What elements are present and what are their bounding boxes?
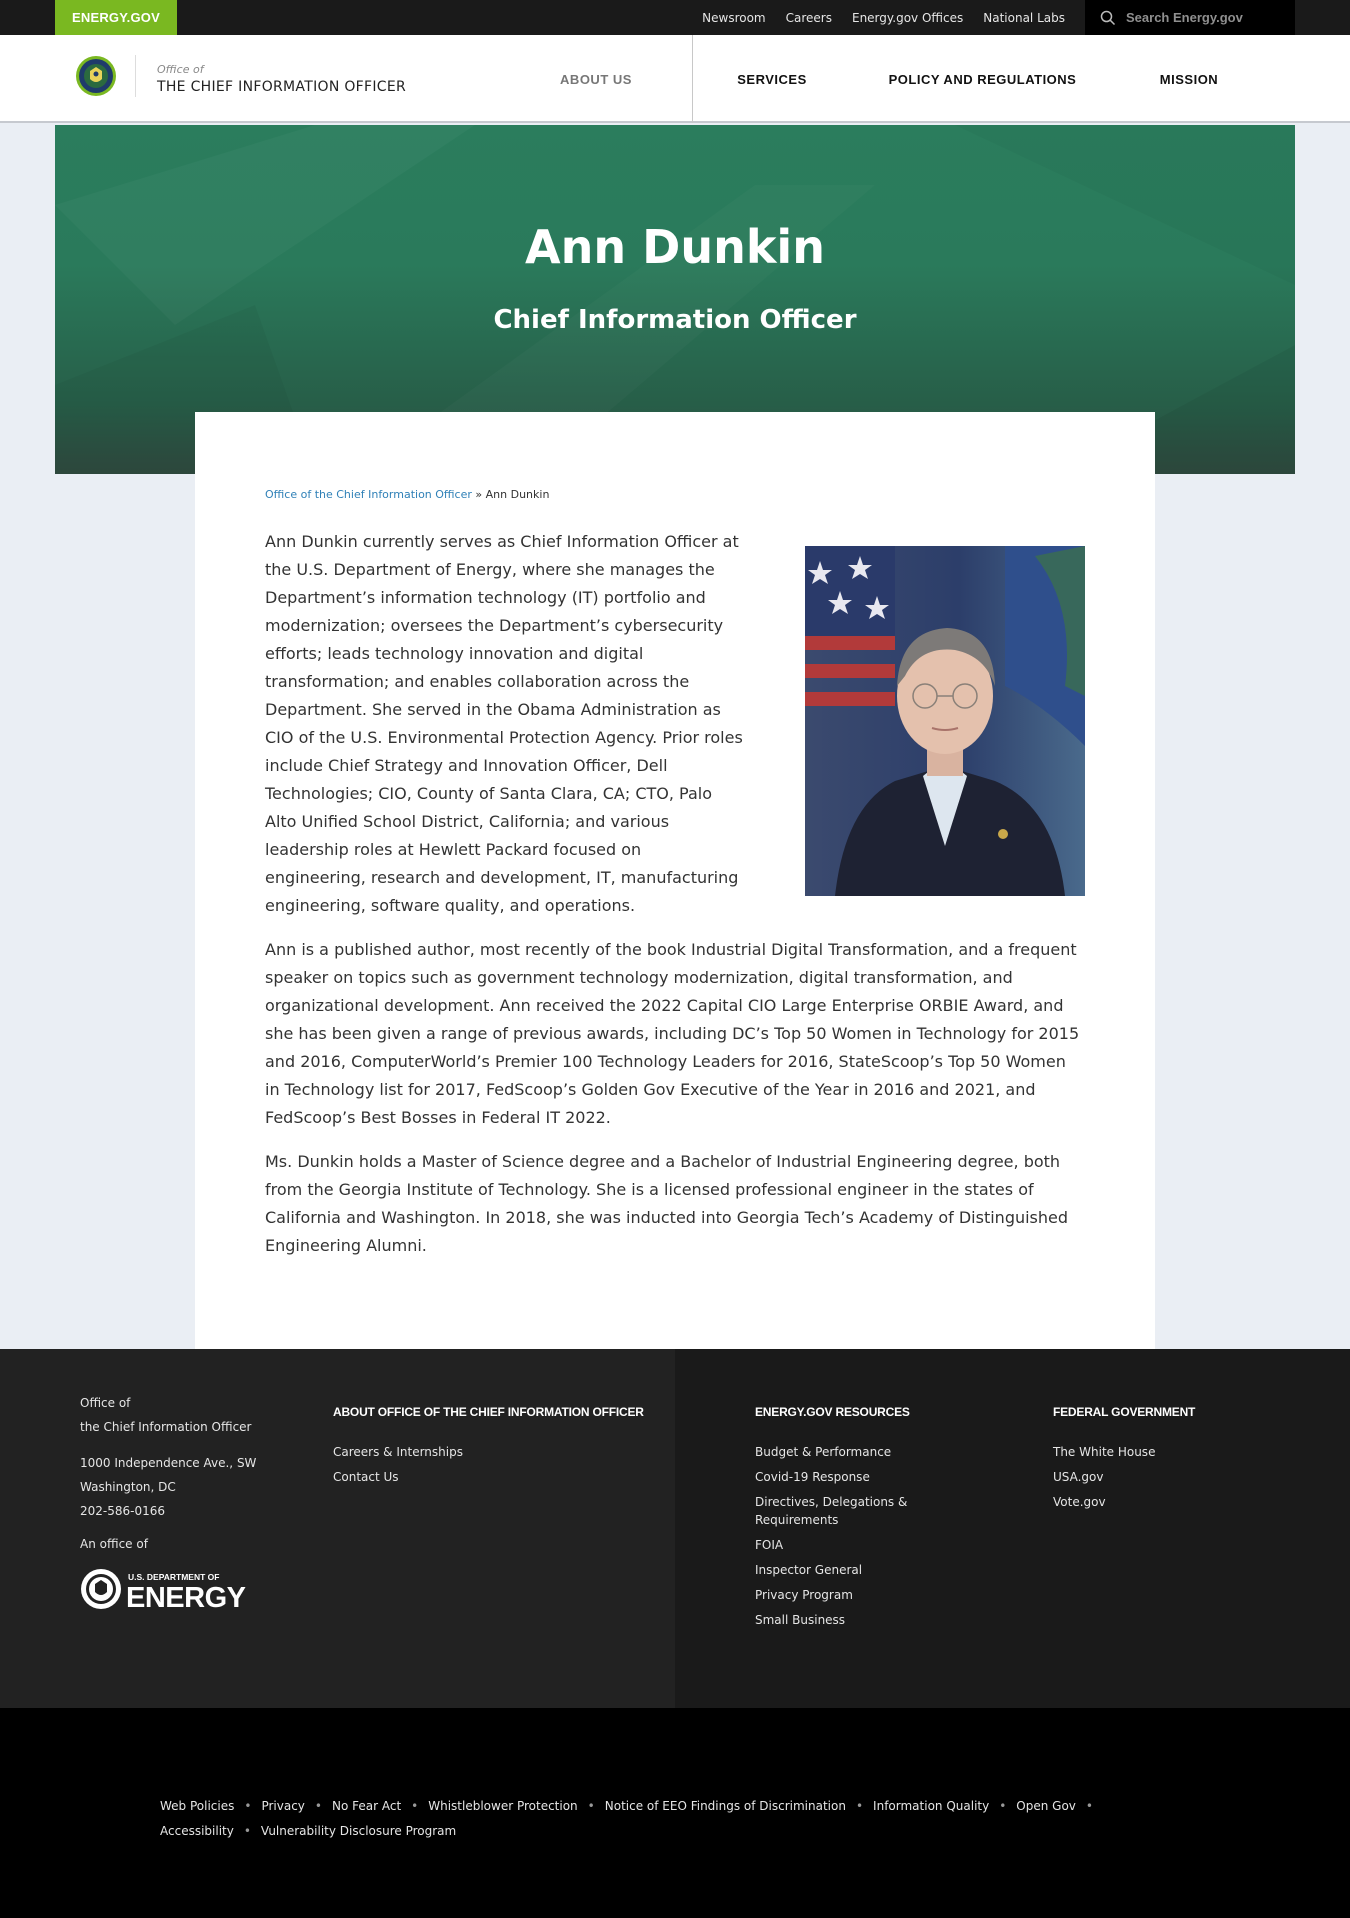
footer-about-heading: ABOUT OFFICE OF THE CHIEF INFORMATION OF… [333,1405,644,1419]
footer-link-inspector-general[interactable]: Inspector General [755,1561,930,1579]
search-input[interactable] [1126,10,1276,25]
svg-text:ENERGY: ENERGY [126,1582,246,1611]
footer-link-vote-gov[interactable]: Vote.gov [1053,1493,1195,1511]
page-subtitle: Chief Information Officer [493,305,857,335]
legal-link-no-fear-act[interactable]: No Fear Act [332,1799,401,1813]
nav-about-us[interactable]: ABOUT US [500,35,693,123]
nav-policy-and-regulations[interactable]: POLICY AND REGULATIONS [851,35,1114,123]
bio-paragraph-2: Ann is a published author, most recently… [265,940,1080,1127]
search-box [1085,0,1295,35]
footer-link-white-house[interactable]: The White House [1053,1443,1195,1461]
bio-body: Ann Dunkin currently serves as Chief Inf… [265,528,1085,1276]
utility-links: Newsroom Careers Energy.gov Offices Nati… [702,0,1065,35]
legal-bar: Web Policies • Privacy • No Fear Act • Whistle… [0,1708,1350,1918]
office-label: Office of [157,63,204,76]
nav-services[interactable]: SERVICES [693,35,851,123]
doe-logo-icon[interactable]: U.S. DEPARTMENT OF ENERGY [80,1567,255,1611]
breadcrumb: Office of the Chief Information Officer … [265,488,549,501]
site-header: Office of THE CHIEF INFORMATION OFFICER … [0,35,1350,123]
newsroom-link[interactable]: Newsroom [702,11,765,25]
legal-links: Web Policies • Privacy • No Fear Act • Whistle… [160,1799,1093,1838]
footer-resources-heading: ENERGY.GOV RESOURCES [755,1405,910,1419]
footer-federal-heading: FEDERAL GOVERNMENT [1053,1405,1196,1419]
bio-paragraph-3: Ms. Dunkin holds a Master of Science deg… [265,1152,1069,1255]
nav-mission[interactable]: MISSION [1114,35,1264,123]
national-labs-link[interactable]: National Labs [983,11,1065,25]
legal-link-privacy[interactable]: Privacy [261,1799,304,1813]
legal-link-web-policies[interactable]: Web Policies [160,1799,234,1813]
office-home-link[interactable]: THE CHIEF INFORMATION OFFICER [157,79,406,95]
footer-address: Office of the Chief Information Officer … [80,1391,256,1523]
legal-link-open-gov[interactable]: Open Gov [1016,1799,1076,1813]
svg-text:U.S. DEPARTMENT OF: U.S. DEPARTMENT OF [128,1572,219,1582]
careers-link[interactable]: Careers [786,11,832,25]
footer-office-of-label: An office of [80,1537,148,1551]
footer-link-small-business[interactable]: Small Business [755,1611,930,1629]
legal-link-information-quality[interactable]: Information Quality [873,1799,989,1813]
footer-office-line-1: Office of [80,1396,131,1410]
footer-street: 1000 Independence Ave., SW [80,1456,257,1470]
content-card: Office of the Chief Information Officer … [195,412,1155,1349]
footer-column-resources: ENERGY.GOV RESOURCES Budget & Performanc… [755,1405,930,1636]
search-icon[interactable] [1100,10,1116,26]
footer-link-contact-us[interactable]: Contact Us [333,1468,644,1486]
footer-link-directives[interactable]: Directives, Delegations & Requirements [755,1493,930,1529]
footer-city: Washington, DC [80,1480,176,1494]
footer-column-about: ABOUT OFFICE OF THE CHIEF INFORMATION OF… [333,1405,644,1493]
breadcrumb-separator: » [475,488,483,501]
offices-link[interactable]: Energy.gov Offices [852,11,963,25]
legal-link-vulnerability-disclosure[interactable]: Vulnerability Disclosure Program [261,1824,456,1838]
portrait-photo [805,546,1085,896]
page-title: Ann Dunkin [525,220,825,274]
doe-seal-icon[interactable] [75,55,117,97]
footer-link-covid[interactable]: Covid-19 Response [755,1468,930,1486]
bio-paragraph-1: Ann Dunkin currently serves as Chief Inf… [265,532,743,915]
breadcrumb-link-office[interactable]: Office of the Chief Information Officer [265,488,472,501]
legal-link-eeo-findings[interactable]: Notice of EEO Findings of Discrimination [605,1799,846,1813]
footer-link-privacy-program[interactable]: Privacy Program [755,1586,930,1604]
footer-link-budget[interactable]: Budget & Performance [755,1443,930,1461]
footer-phone[interactable]: 202-586-0166 [80,1499,256,1523]
footer-link-usa-gov[interactable]: USA.gov [1053,1468,1195,1486]
footer-link-foia[interactable]: FOIA [755,1536,930,1554]
header-divider [135,55,136,97]
legal-link-whistleblower[interactable]: Whistleblower Protection [428,1799,577,1813]
breadcrumb-current: Ann Dunkin [485,488,550,501]
footer-office-line-2: the Chief Information Officer [80,1420,252,1434]
footer-column-federal: FEDERAL GOVERNMENT The White House USA.g… [1053,1405,1195,1518]
utility-bar: ENERGY.GOV Newsroom Careers Energy.gov O… [0,0,1350,35]
energy-gov-home-link[interactable]: ENERGY.GOV [55,0,177,35]
site-footer: Office of the Chief Information Officer … [0,1349,1350,1708]
footer-link-careers-internships[interactable]: Careers & Internships [333,1443,644,1461]
main-nav: ABOUT US SERVICES POLICY AND REGULATIONS… [500,35,1264,123]
legal-link-accessibility[interactable]: Accessibility [160,1824,234,1838]
